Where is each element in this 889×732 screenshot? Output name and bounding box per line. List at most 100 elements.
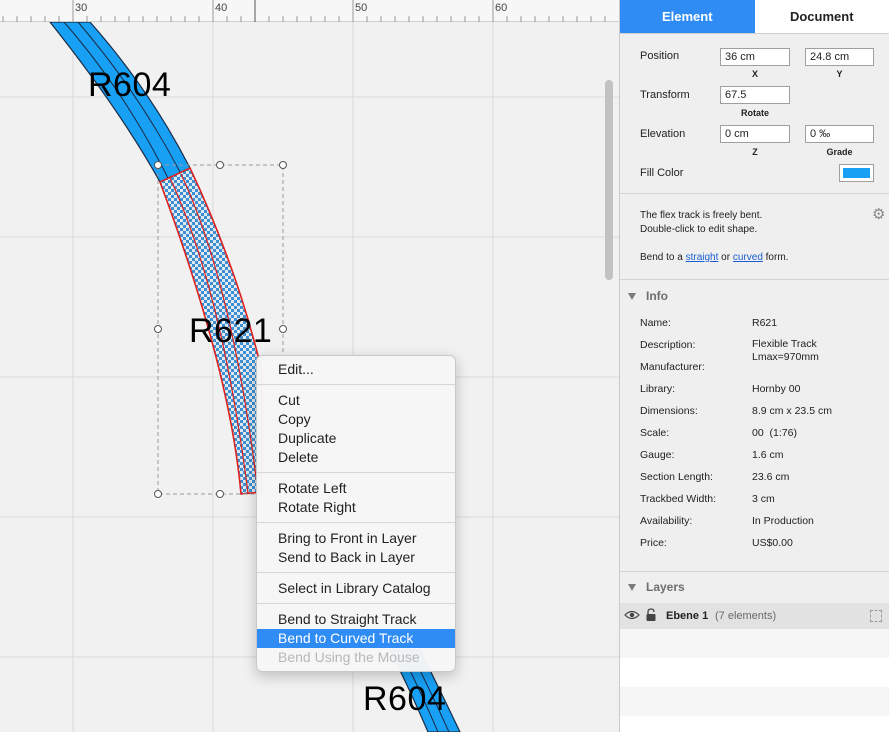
track-label-r604: R604 (88, 66, 172, 104)
z-label: Z (752, 147, 758, 157)
menu-item-bend-curved[interactable]: Bend to Curved Track (257, 629, 455, 648)
selection-handle (279, 325, 287, 333)
divider (620, 193, 889, 194)
layer-list-empty-row (620, 716, 889, 732)
grade-field[interactable]: 0 ‰ (805, 125, 874, 143)
layer-list-empty-row (620, 658, 889, 687)
info-value: Flexible Track Lmax=970mm (752, 338, 819, 363)
menu-item-edit[interactable]: Edit... (257, 360, 455, 379)
fill-color-well[interactable] (839, 164, 874, 182)
info-value: Hornby 00 (752, 383, 801, 395)
track-label-r604: R604 (363, 680, 447, 718)
eye-icon[interactable] (624, 609, 640, 621)
menu-item-duplicate[interactable]: Duplicate (257, 429, 455, 448)
layer-list-empty-row (620, 629, 889, 658)
bend-note-prefix: Bend to a (640, 252, 683, 263)
layer-name: Ebene 1 (666, 610, 709, 622)
menu-item-bend-straight[interactable]: Bend to Straight Track (257, 610, 455, 629)
layer-list-empty-row (620, 687, 889, 716)
info-value: 3 cm (752, 493, 775, 505)
fill-color-swatch (843, 168, 870, 178)
info-key: Description: (640, 339, 696, 351)
ruler-label: 60 (495, 2, 508, 14)
selection-handle (154, 161, 162, 169)
position-y-field[interactable]: 24.8 cm (805, 48, 874, 66)
menu-item-bring-to-front[interactable]: Bring to Front in Layer (257, 529, 455, 548)
disclosure-triangle-icon (628, 584, 636, 592)
context-menu: Edit... Cut Copy Duplicate Delete Rotate… (256, 355, 456, 672)
info-key: Section Length: (640, 471, 713, 483)
fill-color-label: Fill Color (640, 167, 684, 179)
rotate-field[interactable]: 67.5 (720, 86, 790, 104)
info-title: Info (646, 289, 668, 303)
info-value: In Production (752, 515, 814, 527)
menu-item-select-in-library[interactable]: Select in Library Catalog (257, 579, 455, 598)
tab-element[interactable]: Element (620, 0, 755, 33)
bend-note-or: or (721, 252, 731, 263)
layers-title: Layers (646, 580, 685, 594)
info-value: 8.9 cm x 23.5 cm (752, 405, 832, 417)
menu-separator (257, 384, 455, 385)
horizontal-ruler: 30 40 50 60 (0, 0, 619, 22)
info-key: Availability: (640, 515, 693, 527)
menu-item-delete[interactable]: Delete (257, 448, 455, 467)
vertical-scrollbar[interactable] (605, 80, 613, 280)
info-key: Dimensions: (640, 405, 698, 417)
menu-separator (257, 572, 455, 573)
menu-item-send-to-back[interactable]: Send to Back in Layer (257, 548, 455, 567)
info-key: Name: (640, 317, 671, 329)
info-value: 23.6 cm (752, 471, 790, 483)
info-section-header[interactable]: Info (628, 289, 668, 303)
info-value: R621 (752, 317, 778, 329)
bend-note: Bend to a straight or curved form. (640, 252, 788, 263)
ruler-label: 40 (215, 2, 228, 14)
bend-note-suffix: form. (765, 252, 789, 263)
layers-section-header[interactable]: Layers (628, 580, 685, 594)
info-key: Manufacturer: (640, 361, 705, 373)
inspector-panel: Element Document Position 36 cm 24.8 cm … (619, 0, 889, 732)
menu-separator (257, 522, 455, 523)
info-value: 00 (1:76) (752, 427, 797, 439)
info-key: Scale: (640, 427, 670, 439)
menu-item-rotate-right[interactable]: Rotate Right (257, 498, 455, 517)
bend-curved-link[interactable]: curved (733, 252, 763, 263)
bend-straight-link[interactable]: straight (686, 252, 719, 263)
divider (620, 571, 889, 572)
y-label: Y (836, 69, 843, 79)
info-key: Price: (640, 537, 667, 549)
x-label: X (751, 69, 758, 79)
z-field[interactable]: 0 cm (720, 125, 790, 143)
drawing-canvas[interactable]: 30 40 50 60 R604 R621 R604 Edit... Cut C… (0, 0, 619, 732)
gear-icon[interactable]: ⚙ (872, 205, 885, 223)
ruler-ticks (2, 0, 606, 22)
menu-item-cut[interactable]: Cut (257, 391, 455, 410)
selection-handle (154, 490, 162, 498)
info-key: Library: (640, 383, 676, 395)
flex-note-line2: Double-click to edit shape. (640, 224, 758, 235)
info-value: US$0.00 (752, 537, 793, 549)
selection-handle (154, 325, 162, 333)
rotate-label: Rotate (740, 108, 769, 118)
tab-document[interactable]: Document (754, 0, 889, 33)
menu-item-copy[interactable]: Copy (257, 410, 455, 429)
position-x-field[interactable]: 36 cm (720, 48, 790, 66)
menu-item-bend-mouse: Bend Using the Mouse (278, 649, 420, 665)
ruler-label: 30 (75, 2, 88, 14)
selection-handle (279, 161, 287, 169)
ruler-label: 50 (355, 2, 368, 14)
info-value: 1.6 cm (752, 449, 784, 461)
menu-item-rotate-left[interactable]: Rotate Left (257, 479, 455, 498)
info-key: Trackbed Width: (640, 493, 717, 505)
selection-handle (216, 161, 224, 169)
layer-select-box[interactable] (870, 610, 882, 622)
menu-separator (257, 603, 455, 604)
position-label: Position (640, 50, 680, 62)
track-label-r621: R621 (189, 312, 273, 350)
layer-row[interactable]: Ebene 1 (7 elements) (620, 603, 889, 629)
disclosure-triangle-icon (628, 293, 636, 301)
transform-label: Transform (640, 89, 690, 101)
flex-note-line1: The flex track is freely bent. (640, 210, 763, 221)
info-key: Gauge: (640, 449, 675, 461)
lock-icon[interactable] (645, 608, 657, 622)
selection-handle (216, 490, 224, 498)
